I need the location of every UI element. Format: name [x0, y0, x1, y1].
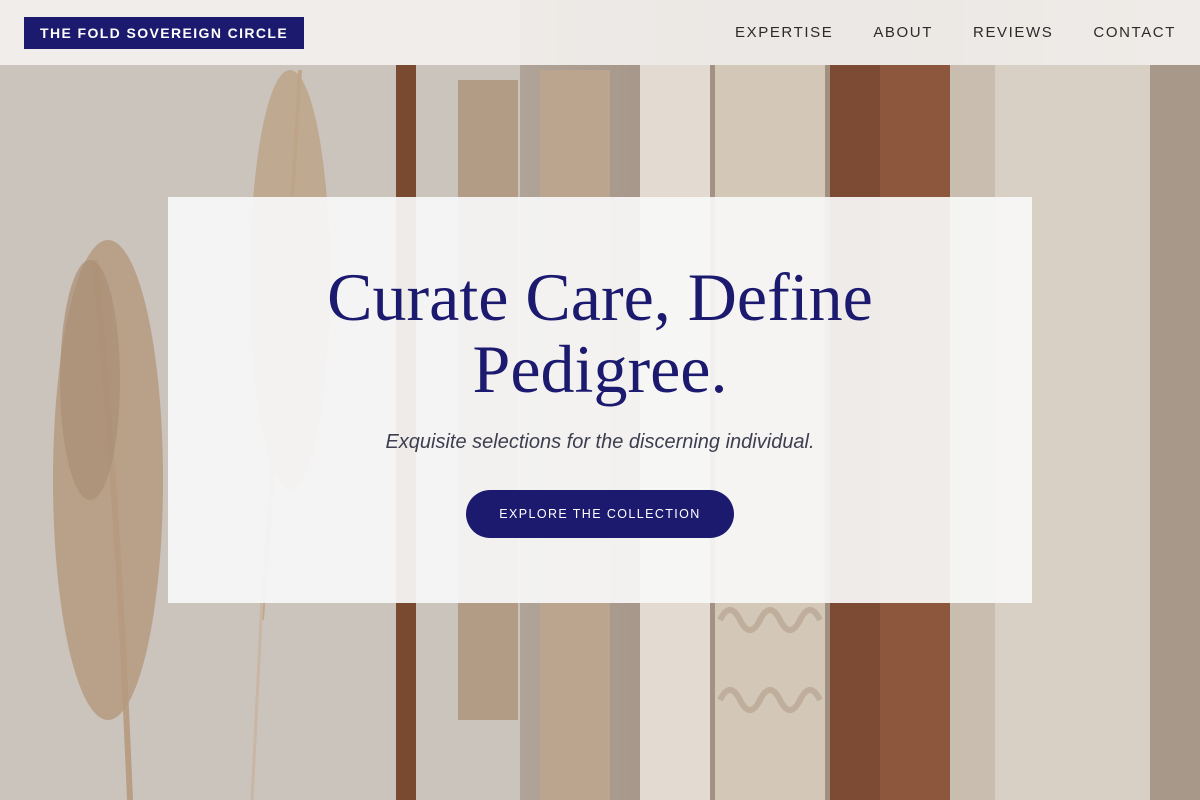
explore-collection-button[interactable]: EXPLORE THE COLLECTION: [466, 490, 734, 538]
main-nav: EXPERTISE ABOUT REVIEWS CONTACT: [735, 24, 1176, 41]
hero-title: Curate Care, Define Pedigree.: [327, 259, 873, 407]
site-header: THE FOLD SOVEREIGN CIRCLE EXPERTISE ABOU…: [0, 0, 1200, 65]
nav-link-reviews[interactable]: REVIEWS: [973, 24, 1053, 41]
nav-link-contact[interactable]: CONTACT: [1093, 24, 1176, 41]
nav-link-about[interactable]: ABOUT: [873, 24, 933, 41]
brand-logo[interactable]: THE FOLD SOVEREIGN CIRCLE: [24, 16, 305, 49]
nav-link-expertise[interactable]: EXPERTISE: [735, 24, 833, 41]
hero-subtitle: Exquisite selections for the discerning …: [385, 431, 815, 453]
hero-card: Curate Care, Define Pedigree. Exquisite …: [168, 197, 1032, 603]
